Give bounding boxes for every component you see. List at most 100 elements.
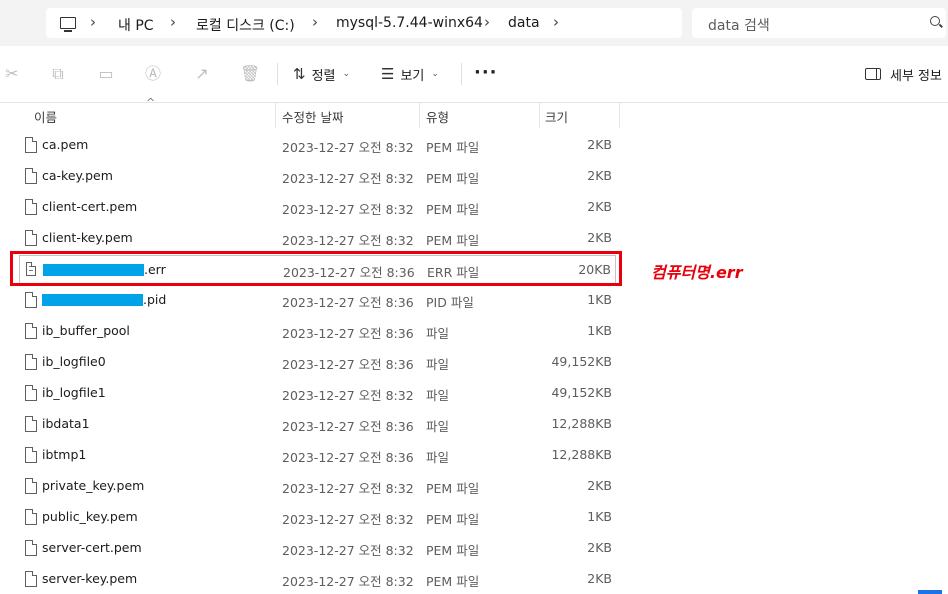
file-modified: 2023-12-27 오전 8:32 [282, 233, 414, 248]
file-row[interactable]: private_key.pem 2023-12-27 오전 8:32 PEM 파… [19, 472, 616, 501]
file-size: 2KB [587, 571, 612, 586]
file-name: ca-key.pem [42, 168, 113, 183]
details-label: 세부 정보 [890, 68, 942, 84]
column-header-type[interactable]: 유형 [426, 107, 449, 126]
file-icon [25, 199, 37, 215]
file-modified: 2023-12-27 오전 8:32 [282, 481, 414, 496]
view-list-icon: ☰ [381, 65, 395, 83]
column-header-size[interactable]: 크기 [545, 107, 568, 126]
chevron-right-icon[interactable]: › [312, 13, 318, 31]
file-modified: 2023-12-27 오전 8:32 [282, 574, 414, 589]
file-type: PEM 파일 [426, 574, 480, 589]
address-bar[interactable]: › 내 PC › 로컬 디스크 (C:) › mysql-5.7.44-winx… [46, 8, 682, 38]
file-name: client-cert.pem [42, 199, 138, 214]
command-bar: ✂ ⧉ ▭ Ⓐ ↗ 🗑 ⇅ 정렬 ⌄ ☰ 보기 ⌄ ··· 세부 정보 [0, 46, 948, 103]
chevron-right-icon[interactable]: › [90, 13, 96, 31]
file-icon [25, 447, 37, 463]
file-row[interactable]: ib_logfile0 2023-12-27 오전 8:36 파일 49,152… [19, 348, 616, 377]
file-row[interactable]: server-cert.pem 2023-12-27 오전 8:32 PEM 파… [19, 534, 616, 563]
file-row[interactable]: ca.pem 2023-12-27 오전 8:32 PEM 파일 2KB [19, 131, 616, 160]
file-modified: 2023-12-27 오전 8:36 [282, 295, 414, 310]
delete-icon[interactable]: 🗑 [240, 64, 260, 84]
computer-icon[interactable] [60, 17, 76, 32]
copy-icon[interactable]: ⧉ [48, 64, 68, 84]
column-divider[interactable] [539, 102, 540, 128]
chevron-down-icon: ⌄ [342, 69, 351, 79]
column-divider[interactable] [619, 102, 620, 128]
column-divider[interactable] [419, 102, 420, 128]
file-name: ibdata1 [42, 416, 90, 431]
file-type: 파일 [426, 357, 450, 372]
file-icon [25, 168, 37, 184]
sort-icon: ⇅ [293, 65, 306, 83]
search-box[interactable]: data 검색 [692, 8, 946, 38]
file-icon [25, 354, 37, 370]
view-label: 보기 [400, 68, 425, 84]
column-header-name[interactable]: 이름 [34, 107, 57, 126]
file-modified: 2023-12-27 오전 8:36 [282, 450, 414, 465]
column-header-row: ^ 이름 수정한 날짜 유형 크기 [0, 96, 620, 128]
file-size: 2KB [587, 199, 612, 214]
highlight-box [10, 251, 622, 286]
scrollbar-indicator[interactable] [918, 590, 942, 594]
file-name: .pid [143, 292, 167, 307]
search-icon[interactable] [930, 16, 940, 26]
details-pane-button[interactable]: 세부 정보 [865, 64, 942, 84]
file-row[interactable]: ib_logfile1 2023-12-27 오전 8:32 파일 49,152… [19, 379, 616, 408]
file-row[interactable]: ca-key.pem 2023-12-27 오전 8:32 PEM 파일 2KB [19, 162, 616, 191]
search-placeholder[interactable]: data 검색 [708, 15, 770, 35]
chevron-right-icon[interactable]: › [484, 13, 490, 31]
file-modified: 2023-12-27 오전 8:32 [282, 140, 414, 155]
share-icon[interactable]: ↗ [192, 64, 212, 84]
file-name: ib_logfile0 [42, 354, 106, 369]
sort-button[interactable]: ⇅ 정렬 ⌄ [293, 64, 350, 84]
file-size: 2KB [587, 168, 612, 183]
file-size: 2KB [587, 230, 612, 245]
paste-icon[interactable]: ▭ [96, 64, 116, 84]
breadcrumb-mysql-folder[interactable]: mysql-5.7.44-winx64 [336, 15, 483, 31]
column-header-modified[interactable]: 수정한 날짜 [282, 107, 343, 126]
file-name: server-cert.pem [42, 540, 142, 555]
file-icon [25, 230, 37, 246]
file-modified: 2023-12-27 오전 8:32 [282, 543, 414, 558]
file-modified: 2023-12-27 오전 8:32 [282, 512, 414, 527]
file-row[interactable]: .pid 2023-12-27 오전 8:36 PID 파일 1KB [19, 286, 616, 315]
file-type: PEM 파일 [426, 481, 480, 496]
file-type: PEM 파일 [426, 171, 480, 186]
file-row[interactable]: client-key.pem 2023-12-27 오전 8:32 PEM 파일… [19, 224, 616, 253]
file-row[interactable]: ib_buffer_pool 2023-12-27 오전 8:36 파일 1KB [19, 317, 616, 346]
rename-icon[interactable]: Ⓐ [143, 64, 163, 84]
file-modified: 2023-12-27 오전 8:36 [282, 326, 414, 341]
file-name: server-key.pem [42, 571, 138, 586]
file-type: 파일 [426, 419, 450, 434]
breadcrumb-this-pc[interactable]: 내 PC [118, 15, 154, 35]
chevron-right-icon[interactable]: › [553, 13, 559, 31]
file-type: 파일 [426, 388, 450, 403]
file-name: public_key.pem [42, 509, 138, 524]
file-row[interactable]: ibdata1 2023-12-27 오전 8:36 파일 12,288KB [19, 410, 616, 439]
column-divider[interactable] [275, 102, 276, 128]
file-row[interactable]: ibtmp1 2023-12-27 오전 8:36 파일 12,288KB [19, 441, 616, 470]
file-icon [25, 540, 37, 556]
view-button[interactable]: ☰ 보기 ⌄ [381, 64, 439, 84]
details-pane-icon [865, 68, 881, 80]
chevron-right-icon[interactable]: › [170, 13, 176, 31]
toolbar-divider [461, 63, 462, 85]
file-name: ib_buffer_pool [42, 323, 130, 338]
toolbar-divider [277, 63, 278, 85]
file-modified: 2023-12-27 오전 8:36 [282, 419, 414, 434]
file-type: 파일 [426, 450, 450, 465]
file-name: private_key.pem [42, 478, 145, 493]
breadcrumb-local-disk[interactable]: 로컬 디스크 (C:) [196, 15, 295, 35]
file-row[interactable]: client-cert.pem 2023-12-27 오전 8:32 PEM 파… [19, 193, 616, 222]
file-row[interactable]: public_key.pem 2023-12-27 오전 8:32 PEM 파일… [19, 503, 616, 532]
file-modified: 2023-12-27 오전 8:36 [282, 357, 414, 372]
file-name: ibtmp1 [42, 447, 87, 462]
file-modified: 2023-12-27 오전 8:32 [282, 202, 414, 217]
more-options-icon[interactable]: ··· [474, 62, 498, 83]
breadcrumb-data-folder[interactable]: data [508, 15, 540, 31]
cut-icon[interactable]: ✂ [2, 64, 22, 84]
file-icon [25, 509, 37, 525]
file-row[interactable]: server-key.pem 2023-12-27 오전 8:32 PEM 파일… [19, 565, 616, 594]
file-icon [25, 292, 37, 308]
